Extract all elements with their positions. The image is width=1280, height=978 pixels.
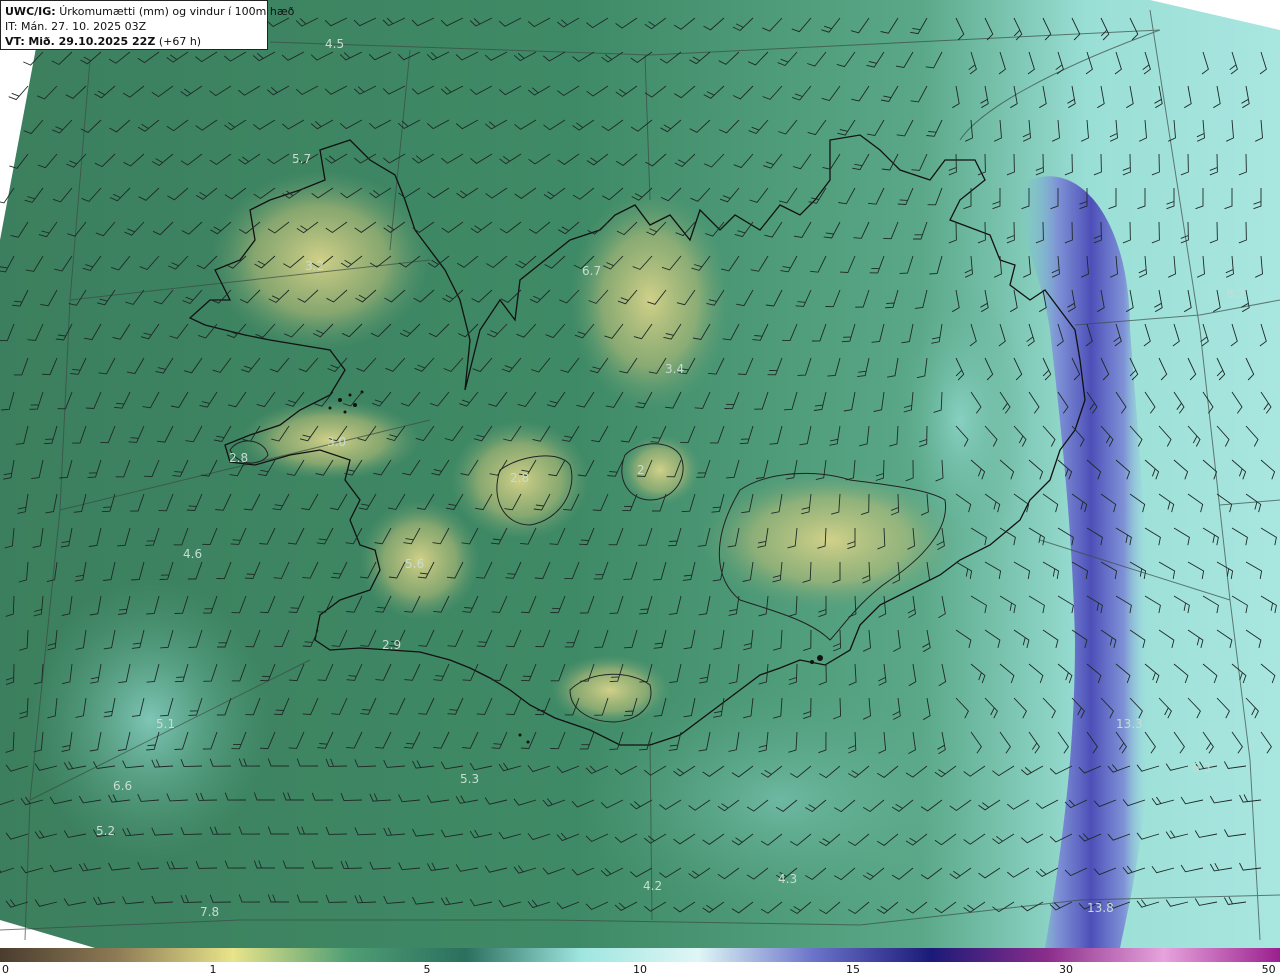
value-label: 5.3 <box>460 772 479 786</box>
value-label: 6.6 <box>113 779 132 793</box>
colorbar-tick-label: 15 <box>846 963 860 976</box>
value-label: 8.2 <box>1226 287 1245 301</box>
value-label: 13.3 <box>1116 717 1143 731</box>
value-label: 4.6 <box>183 547 202 561</box>
title-line: UWC/IG: Úrkomumætti (mm) og vindur í 100… <box>5 4 294 19</box>
colorbar-tick-label: 30 <box>1059 963 1073 976</box>
colorbar-labels: 0 1 5 10 15 30 50 <box>0 962 1280 978</box>
value-label: 7.8 <box>200 905 219 919</box>
value-label: 5.7 <box>292 152 311 166</box>
valid-time: Mið. 29.10.2025 22Z <box>28 35 156 48</box>
value-label: 3.4 <box>665 362 684 376</box>
value-label: 5.1 <box>156 717 175 731</box>
valid-label: VT: <box>5 35 25 48</box>
value-label: 2.8 <box>510 471 529 485</box>
colorbar-tick-label: 10 <box>633 963 647 976</box>
colorbar-tick-label: 0 <box>2 963 9 976</box>
value-label: 6.7 <box>582 264 601 278</box>
weather-map: 4.5 5.7 3.2 6.7 3.4 3.0 2.8 2.8 2 4.6 5.… <box>0 0 1280 948</box>
model-label: UWC/IG: <box>5 5 56 18</box>
value-label: 5.6 <box>405 557 424 571</box>
value-label: 5.2 <box>96 824 115 838</box>
lead-time: (+67 h) <box>158 35 202 48</box>
value-label: 2.9 <box>382 638 401 652</box>
map-title: Úrkomumætti (mm) og vindur í 100m hæð <box>59 5 295 18</box>
colorbar-tick-label: 5 <box>423 963 431 976</box>
colorbar-tick-label: 1 <box>209 963 217 976</box>
issue-time: IT: Mán. 27. 10. 2025 03Z <box>5 20 147 33</box>
map-info-box: UWC/IG: Úrkomumætti (mm) og vindur í 100… <box>0 0 294 50</box>
value-label: 4.5 <box>325 37 344 51</box>
colorbar-tick-label: 50 <box>1261 963 1276 976</box>
value-label: 3.2 <box>305 259 324 273</box>
value-label: 2 <box>637 463 645 477</box>
value-label: 3.0 <box>327 435 346 449</box>
value-label: 13.8 <box>1087 901 1114 915</box>
value-label: 2.8 <box>229 451 248 465</box>
value-label: 4.3 <box>778 872 797 886</box>
valid-time-line: VT: Mið. 29.10.2025 22Z (+67 h) <box>5 34 263 49</box>
value-label: 4.2 <box>643 879 662 893</box>
colorbar <box>0 948 1280 962</box>
value-label: 6.3 <box>1192 761 1211 775</box>
